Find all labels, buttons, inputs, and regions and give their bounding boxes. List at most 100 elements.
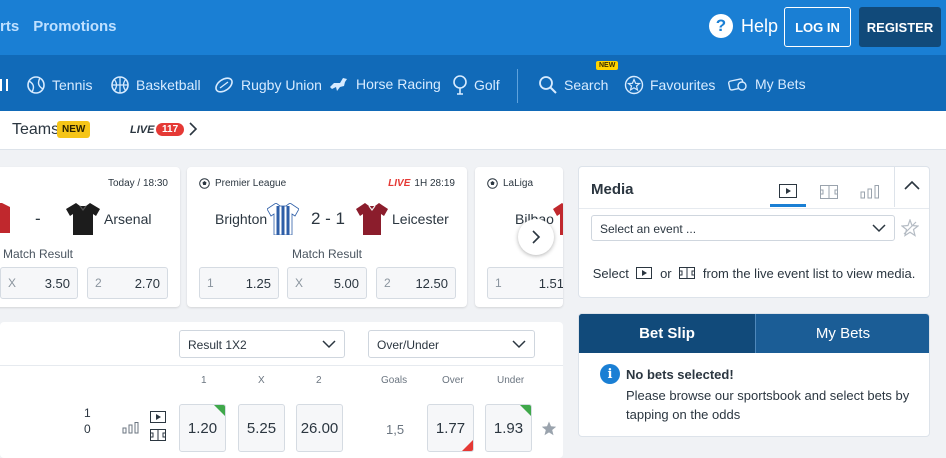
media-tab-pitch[interactable] <box>811 177 847 207</box>
nav-label: Golf <box>474 77 500 93</box>
odds-value: 2.70 <box>134 276 160 291</box>
event-select-placeholder: Select an event ... <box>600 222 697 236</box>
odds-button[interactable]: 2 2.70 <box>87 267 168 299</box>
market-select-over-under[interactable]: Over/Under <box>368 330 535 358</box>
teams-filter[interactable]: Teams <box>12 121 59 139</box>
event-select[interactable]: Select an event ... <box>591 215 895 241</box>
media-panel: Media Select an event ... Select or from… <box>578 166 930 298</box>
odds-value: 5.25 <box>246 419 277 437</box>
match-score: 2 - 1 <box>311 209 346 228</box>
top-nav-promotions[interactable]: Promotions <box>33 18 116 35</box>
score-separator: - <box>35 209 41 228</box>
nav-label: Favourites <box>650 77 716 93</box>
register-button[interactable]: REGISTER <box>859 7 941 47</box>
market-select-result[interactable]: Result 1X2 <box>179 330 345 358</box>
table-divider <box>0 365 563 366</box>
match-card[interactable]: Premier League LIVE 1H 28:19 Brighton 2 -… <box>187 167 467 307</box>
live-label: LIVE <box>388 178 411 189</box>
nav-basketball[interactable]: Basketball <box>110 75 201 95</box>
odds-value: 1.93 <box>493 419 524 437</box>
video-icon[interactable] <box>150 411 166 423</box>
media-tab-video[interactable] <box>770 177 806 207</box>
media-title: Media <box>591 181 634 198</box>
chevron-right-icon <box>532 230 541 244</box>
nav-tennis[interactable]: Tennis <box>26 75 92 95</box>
odds-button[interactable]: 2 12.50 <box>376 267 456 299</box>
odds-value: 1.51 <box>538 276 563 291</box>
stats-icon[interactable] <box>122 422 140 434</box>
all-sports-icon[interactable] <box>0 79 8 91</box>
odds-label: 1 <box>495 276 502 290</box>
league-name: LaLiga <box>503 178 534 189</box>
media-hint-select: Select <box>592 266 629 281</box>
nav-horse-racing[interactable]: Horse Racing <box>328 75 441 93</box>
media-hint: Select or from the live event list to vi… <box>579 266 929 281</box>
home-jersey-icon <box>267 203 299 235</box>
nav-label: Rugby Union <box>241 77 322 93</box>
select-value: Over/Under <box>377 338 440 352</box>
odds-button[interactable]: X 3.50 <box>0 267 78 299</box>
sports-nav: Tennis Basketball Rugby Union Horse Raci… <box>0 55 946 111</box>
odds-value: 1.25 <box>245 276 271 291</box>
help-link[interactable]: ? Help <box>709 14 778 38</box>
nav-golf[interactable]: Golf <box>452 75 500 95</box>
odds-value: 26.00 <box>300 419 339 437</box>
filter-row: Teams NEW LIVE 117 <box>0 111 946 150</box>
odds-button[interactable]: 1 1.25 <box>199 267 279 299</box>
away-team-name: Leicester <box>392 211 449 227</box>
odds-button-1[interactable]: 1.20 <box>179 404 226 452</box>
nav-search[interactable]: Search <box>538 75 608 95</box>
bet-slip-tabs: Bet Slip My Bets <box>579 314 929 353</box>
column-header: 2 <box>316 375 322 386</box>
tab-bet-slip[interactable]: Bet Slip <box>579 314 755 353</box>
match-card[interactable]: Today / 18:30 - Arsenal Match Result X 3… <box>0 167 180 307</box>
top-nav-sports[interactable]: rts <box>0 18 19 35</box>
odds-button[interactable]: 1 1.51 <box>487 267 563 299</box>
help-label: Help <box>741 15 779 36</box>
pitch-icon[interactable] <box>150 429 166 441</box>
no-bets-title: No bets selected! <box>626 367 734 382</box>
column-header: 1 <box>201 375 207 386</box>
chevron-up-icon[interactable] <box>904 180 920 190</box>
top-bar: rts Promotions ? Help LOG IN REGISTER <box>0 0 946 55</box>
pin-star-icon[interactable] <box>901 219 919 237</box>
chevron-down-icon <box>512 340 526 349</box>
goals-line: 1,5 <box>386 422 405 437</box>
live-count-badge: 117 <box>156 123 185 136</box>
row-score-away: 0 <box>84 422 91 436</box>
carousel-next-button[interactable] <box>518 219 554 255</box>
top-nav: rts Promotions <box>0 18 131 35</box>
chevron-down-icon <box>872 224 886 233</box>
nav-label: Basketball <box>136 77 201 93</box>
nav-my-bets[interactable]: My Bets <box>727 75 806 93</box>
nav-label: Search <box>564 77 609 93</box>
login-button[interactable]: LOG IN <box>784 7 851 47</box>
chevron-down-icon <box>322 340 336 349</box>
chevron-right-icon[interactable] <box>188 121 198 142</box>
market-label: Match Result <box>291 247 363 261</box>
market-label: Match Result <box>2 247 74 261</box>
league-name: Premier League <box>215 178 287 189</box>
column-header: Under <box>497 375 525 386</box>
info-icon: i <box>600 364 620 384</box>
nav-favourites[interactable]: Favourites <box>624 75 715 95</box>
live-filter[interactable]: LIVE <box>130 124 154 136</box>
basketball-icon <box>111 76 129 94</box>
column-header: Goals <box>381 375 408 386</box>
odds-value: 1.20 <box>187 419 218 437</box>
nav-rugby-union[interactable]: Rugby Union <box>213 75 322 95</box>
away-jersey-icon <box>66 203 100 235</box>
odds-button-x[interactable]: 5.25 <box>238 404 285 452</box>
odds-button[interactable]: X 5.00 <box>287 267 367 299</box>
odds-label: X <box>295 276 304 290</box>
odds-button-2[interactable]: 26.00 <box>296 404 343 452</box>
odds-button-under[interactable]: 1.93 <box>485 404 532 452</box>
favourite-star-icon[interactable] <box>541 421 557 436</box>
odds-value: 5.00 <box>333 276 359 291</box>
tab-my-bets[interactable]: My Bets <box>755 314 929 353</box>
home-jersey-icon <box>0 203 10 233</box>
help-icon: ? <box>709 14 733 38</box>
odds-button-over[interactable]: 1.77 <box>427 404 474 452</box>
media-tab-stats[interactable] <box>852 177 888 207</box>
video-icon <box>779 183 797 198</box>
